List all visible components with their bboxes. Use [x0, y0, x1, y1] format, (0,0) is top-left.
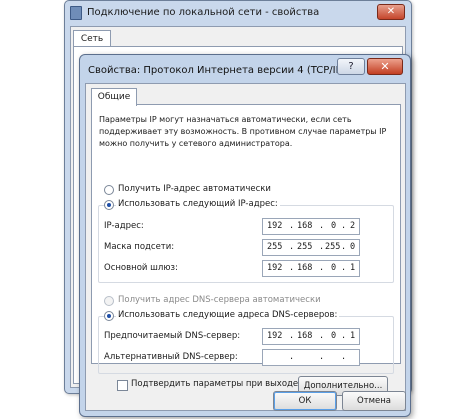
tab-general[interactable]: Общие — [91, 88, 137, 106]
gw-dot-2: . — [319, 263, 325, 273]
subnet-mask-input[interactable]: 255 . 255 . 255 . 0 — [262, 239, 360, 256]
dns2-dot-1: . — [289, 352, 295, 362]
radio-ip-manual[interactable] — [104, 200, 114, 210]
dns1-octet-2: 168 — [297, 331, 313, 341]
ip-octet-1: 192 — [267, 221, 283, 231]
cancel-button[interactable]: Отмена — [342, 391, 406, 411]
ip-address-label: IP-адрес: — [104, 221, 144, 231]
preferred-dns-input[interactable]: 192 . 168 . 0 . 1 — [262, 328, 360, 345]
gw-octet-4: 1 — [350, 263, 356, 273]
radio-ip-auto-label[interactable]: Получить IP-адрес автоматически — [118, 184, 271, 194]
ip-octet-4: 2 — [350, 221, 356, 231]
general-tab-body: Параметры IP могут назначаться автоматич… — [91, 104, 401, 374]
background-close-button[interactable]: ✕ — [377, 4, 405, 20]
ip-octet-2: 168 — [297, 221, 313, 231]
dns1-dot-2: . — [319, 331, 325, 341]
radio-dns-manual[interactable] — [104, 311, 114, 321]
alternate-dns-label: Альтернативный DNS-сервер: — [104, 352, 238, 362]
radio-dns-auto-label[interactable]: Получить адрес DNS-сервера автоматически — [118, 295, 321, 305]
ip-octet-3: 0 — [331, 221, 337, 231]
mask-dot-3: . — [341, 242, 347, 252]
background-window-title: Подключение по локальной сети - свойства — [87, 7, 320, 18]
gateway-label: Основной шлюз: — [104, 263, 178, 273]
mask-dot-1: . — [289, 242, 295, 252]
description-text: Параметры IP могут назначаться автоматич… — [99, 115, 387, 148]
mask-octet-2: 255 — [297, 242, 313, 252]
dialog-panel: Общие Параметры IP могут назначаться авт… — [85, 83, 406, 411]
mask-octet-3: 255 — [325, 242, 341, 252]
mask-octet-4: 0 — [350, 242, 356, 252]
ip-dot-1: . — [289, 221, 295, 231]
dns1-dot-3: . — [341, 331, 347, 341]
dns1-octet-4: 1 — [350, 331, 356, 341]
gw-octet-1: 192 — [267, 263, 283, 273]
ok-button[interactable]: ОК — [273, 391, 337, 411]
radio-dns-auto[interactable] — [104, 296, 114, 306]
gateway-input[interactable]: 192 . 168 . 0 . 1 — [262, 260, 360, 277]
radio-dns-manual-label[interactable]: Использовать следующие адреса DNS-сервер… — [116, 310, 340, 320]
dns2-dot-2: . — [319, 352, 325, 362]
ip-dot-2: . — [319, 221, 325, 231]
dialog-title: Свойства: Протокол Интернета версии 4 (T… — [88, 65, 358, 76]
gw-octet-3: 0 — [331, 263, 337, 273]
radio-ip-auto[interactable] — [104, 185, 114, 195]
close-button[interactable]: ✕ — [367, 58, 403, 75]
dns1-dot-1: . — [289, 331, 295, 341]
radio-ip-manual-label[interactable]: Использовать следующий IP-адрес: — [116, 199, 280, 209]
ip-dot-3: . — [341, 221, 347, 231]
gw-octet-2: 168 — [297, 263, 313, 273]
gw-dot-3: . — [341, 263, 347, 273]
preferred-dns-label: Предпочитаемый DNS-сервер: — [104, 331, 241, 341]
mask-dot-2: . — [319, 242, 325, 252]
help-button[interactable]: ? — [337, 58, 365, 75]
tab-network[interactable]: Сеть — [73, 30, 111, 47]
dns2-dot-3: . — [341, 352, 347, 362]
ip-address-input[interactable]: 192 . 168 . 0 . 2 — [262, 218, 360, 235]
alternate-dns-input[interactable]: . . . — [262, 349, 360, 366]
dns1-octet-3: 0 — [331, 331, 337, 341]
ipv4-properties-dialog: Свойства: Протокол Интернета версии 4 (T… — [79, 54, 411, 417]
validate-checkbox[interactable] — [117, 380, 128, 391]
dns1-octet-1: 192 — [267, 331, 283, 341]
subnet-mask-label: Маска подсети: — [104, 242, 175, 252]
gw-dot-1: . — [289, 263, 295, 273]
network-adapter-icon — [70, 6, 82, 20]
mask-octet-1: 255 — [267, 242, 283, 252]
validate-checkbox-label[interactable]: Подтвердить параметры при выходе — [131, 379, 298, 389]
